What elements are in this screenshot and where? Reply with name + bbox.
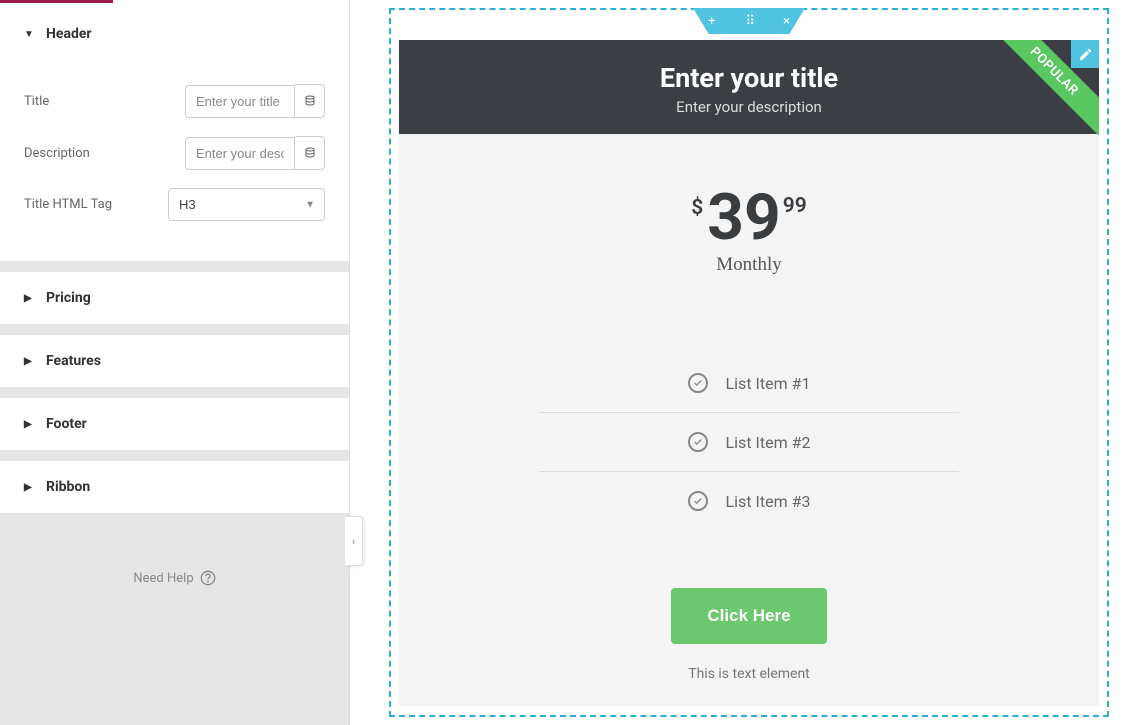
price-table-widget: POPULAR Enter your title Enter your desc…: [399, 40, 1099, 706]
card-title: Enter your title: [399, 62, 1099, 94]
check-circle-icon: [688, 373, 708, 393]
field-description: Description: [24, 136, 325, 170]
list-item: List Item #2: [539, 413, 959, 472]
section-features-label: Features: [46, 353, 101, 369]
add-section-button[interactable]: +: [708, 14, 715, 29]
title-input[interactable]: [185, 85, 295, 118]
section-header-body: Title Description Title HTML: [0, 60, 349, 261]
price-period: Monthly: [399, 254, 1099, 276]
caret-right-icon: ▶: [24, 293, 32, 304]
currency-symbol: $: [691, 196, 703, 220]
features-list: List Item #1 List Item #2 List Item #3: [539, 354, 959, 530]
dynamic-tags-button[interactable]: [295, 84, 325, 118]
editor-sidebar: ▼ Header Title Description: [0, 0, 350, 725]
caret-right-icon: ▶: [24, 356, 32, 367]
feature-text: List Item #2: [726, 433, 811, 452]
widget-selection-frame[interactable]: + ⠿ × POPULAR Enter your title Enter you…: [389, 8, 1109, 717]
description-input[interactable]: [185, 137, 295, 170]
field-title-tag: Title HTML Tag ▼: [24, 188, 325, 221]
section-features-toggle[interactable]: ▶ Features: [0, 335, 349, 387]
section-footer-toggle[interactable]: ▶ Footer: [0, 398, 349, 450]
list-item: List Item #1: [539, 354, 959, 413]
editor-canvas: + ⠿ × POPULAR Enter your title Enter you…: [350, 0, 1148, 725]
check-circle-icon: [688, 432, 708, 452]
collapse-sidebar-button[interactable]: ‹: [345, 516, 363, 566]
help-icon: [200, 570, 216, 586]
section-toolbar: + ⠿ ×: [693, 8, 805, 34]
field-title: Title: [24, 84, 325, 118]
card-footer: Click Here This is text element: [399, 588, 1099, 682]
need-help-link[interactable]: Need Help: [0, 514, 349, 642]
tab-accent: [0, 0, 349, 8]
caret-down-icon: ▼: [24, 29, 32, 40]
close-button[interactable]: ×: [783, 14, 790, 29]
price-amount: 39: [707, 186, 780, 250]
section-header-toggle[interactable]: ▼ Header: [0, 8, 349, 60]
feature-text: List Item #1: [726, 374, 811, 393]
price-block: $ 39 99 Monthly: [399, 134, 1099, 276]
cta-button[interactable]: Click Here: [671, 588, 826, 644]
field-description-label: Description: [24, 146, 90, 161]
section-header-label: Header: [46, 26, 92, 42]
chevron-left-icon: ‹: [352, 535, 355, 548]
section-header: ▼ Header Title Description: [0, 8, 349, 262]
check-circle-icon: [688, 491, 708, 511]
dynamic-tags-button[interactable]: [295, 136, 325, 170]
title-tag-select[interactable]: [168, 188, 325, 221]
card-description: Enter your description: [399, 98, 1099, 116]
section-footer-label: Footer: [46, 416, 87, 432]
section-ribbon-label: Ribbon: [46, 479, 90, 495]
list-item: List Item #3: [539, 472, 959, 530]
drag-handle-icon[interactable]: ⠿: [745, 14, 753, 29]
footer-text: This is text element: [399, 666, 1099, 682]
card-header: Enter your title Enter your description: [399, 40, 1099, 134]
price-fraction: 99: [783, 194, 807, 218]
section-pricing-label: Pricing: [46, 290, 91, 306]
need-help-label: Need Help: [133, 571, 193, 586]
field-title-label: Title: [24, 94, 49, 109]
caret-right-icon: ▶: [24, 482, 32, 493]
feature-text: List Item #3: [726, 492, 811, 511]
section-ribbon-toggle[interactable]: ▶ Ribbon: [0, 461, 349, 513]
caret-right-icon: ▶: [24, 419, 32, 430]
field-title-tag-label: Title HTML Tag: [24, 197, 112, 212]
edit-widget-button[interactable]: [1071, 40, 1099, 68]
section-pricing-toggle[interactable]: ▶ Pricing: [0, 272, 349, 324]
